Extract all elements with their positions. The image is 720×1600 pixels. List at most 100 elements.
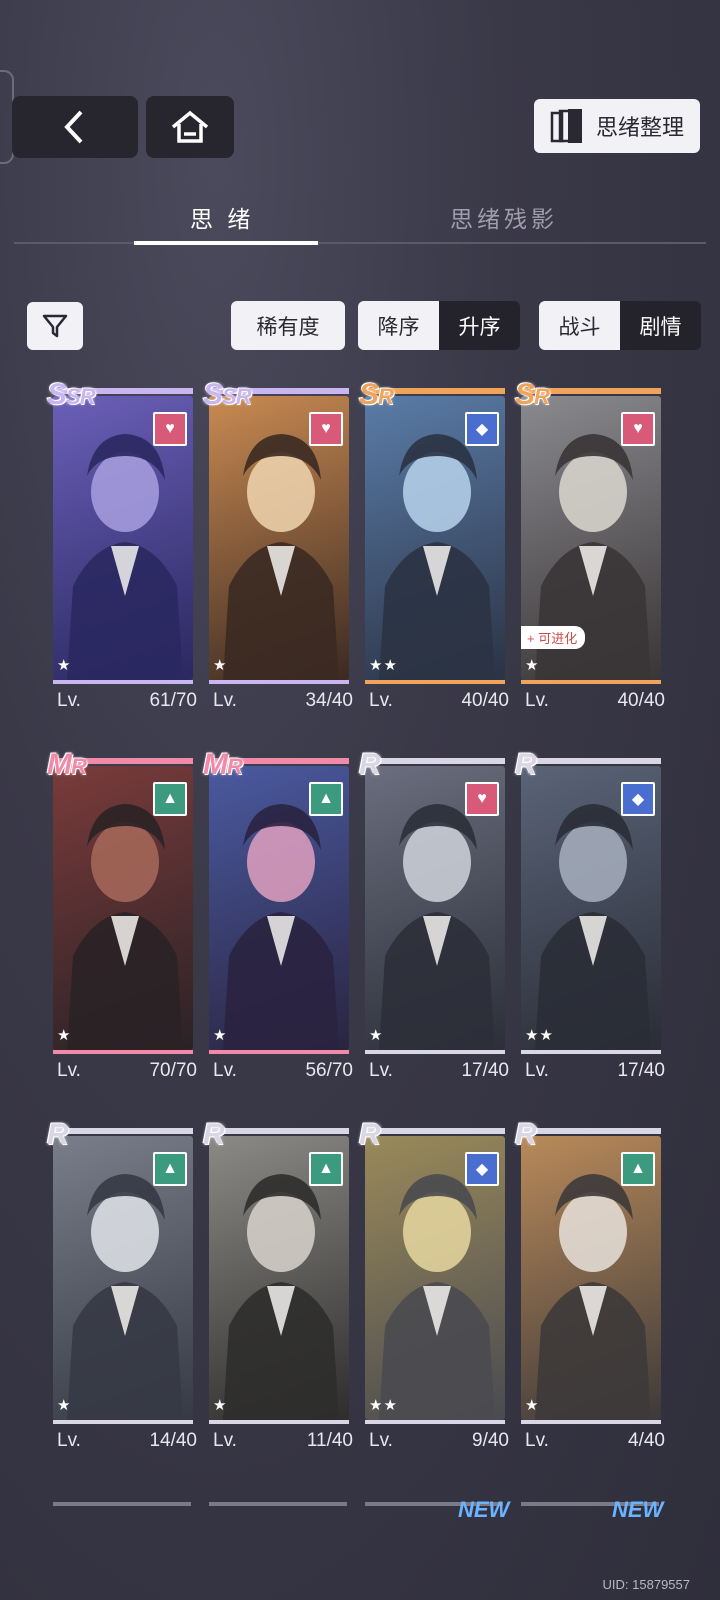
level-value: 4/40 (628, 1430, 665, 1451)
home-button[interactable] (146, 96, 234, 158)
level-label: Lv. (525, 1430, 549, 1451)
star-rating: ★ (369, 1027, 384, 1044)
level-label: Lv. (369, 1430, 393, 1451)
rarity-letter: S (203, 378, 223, 411)
rarity-label: SR (359, 378, 394, 412)
type-story-button[interactable]: 剧情 (620, 301, 701, 350)
card-bottom-bar (365, 680, 505, 684)
level-label: Lv. (213, 690, 237, 711)
uid-label: UID: 15879557 (602, 1577, 690, 1592)
rarity-label: SSR (47, 378, 96, 412)
star-rating: ★★ (369, 657, 398, 674)
level-value: 40/40 (617, 690, 665, 711)
rarity-letter: R (359, 748, 381, 781)
card-bottom-bar (53, 1050, 193, 1054)
level-label: Lv. (213, 1430, 237, 1451)
card-item[interactable]: R ♥ ★ Lv. 17/40 (359, 748, 509, 1098)
rarity-suffix: SR (222, 384, 252, 409)
card-rarity-bar (365, 758, 505, 764)
level-value: 14/40 (149, 1430, 197, 1451)
card-item[interactable]: SR ◆ ★★ Lv. 40/40 (359, 378, 509, 728)
level-label: Lv. (369, 1060, 393, 1081)
card-item[interactable]: MR ▲ ★ Lv. 56/70 (203, 748, 353, 1098)
card-rarity-bar (53, 1128, 193, 1134)
diamond-icon: ◆ (621, 782, 655, 816)
level-label: Lv. (57, 1430, 81, 1451)
rarity-letter: M (203, 748, 228, 781)
heart-icon: ♥ (153, 412, 187, 446)
heart-icon: ♥ (465, 782, 499, 816)
rarity-letter: M (47, 748, 72, 781)
rarity-letter: S (515, 378, 535, 411)
level-value: 61/70 (149, 690, 197, 711)
card-bottom-bar (209, 1050, 349, 1054)
card-item[interactable]: SSR ♥ ★ Lv. 61/70 (47, 378, 197, 728)
tab-thoughts[interactable]: 思 绪 (190, 200, 254, 234)
evolve-tag: + 可进化 (521, 626, 586, 649)
card-rarity-bar (521, 758, 661, 764)
funnel-icon (42, 314, 68, 338)
card-rarity-bar (209, 1128, 349, 1134)
rarity-suffix: R (227, 754, 243, 779)
order-asc-button[interactable]: 升序 (439, 301, 520, 350)
star-rating: ★ (213, 1027, 228, 1044)
filter-button[interactable] (27, 302, 83, 350)
rarity-suffix: R (71, 754, 87, 779)
star-rating: ★ (525, 1397, 540, 1414)
rarity-suffix: SR (66, 384, 96, 409)
card-item[interactable]: + 可进化 SR ♥ ★ Lv. 40/40 (515, 378, 665, 728)
sort-rarity-button[interactable]: 稀有度 (231, 301, 345, 350)
star-rating: ★ (57, 1027, 72, 1044)
type-battle-button[interactable]: 战斗 (539, 301, 620, 350)
level-label: Lv. (525, 1060, 549, 1081)
rarity-label: SSR (203, 378, 252, 412)
level-label: Lv. (57, 690, 81, 711)
tab-thought-shadows[interactable]: 思绪残影 (450, 200, 558, 234)
triangle-icon: ▲ (621, 1152, 655, 1186)
rarity-letter: S (47, 378, 67, 411)
type-toggle: 战斗 剧情 (539, 301, 701, 350)
organize-label: 思绪整理 (595, 115, 684, 140)
active-tab-indicator (134, 241, 318, 245)
order-desc-button[interactable]: 降序 (358, 301, 439, 350)
rarity-label: SR (515, 378, 550, 412)
card-bottom-bar (365, 1050, 505, 1054)
card-bottom-bar (209, 680, 349, 684)
star-rating: ★ (525, 657, 540, 674)
sort-rarity-label: 稀有度 (231, 301, 345, 350)
card-item[interactable]: MR ▲ ★ Lv. 70/70 (47, 748, 197, 1098)
card-bottom-bar (521, 1050, 661, 1054)
heart-icon: ♥ (621, 412, 655, 446)
level-value: 70/70 (149, 1060, 197, 1081)
star-rating: ★ (213, 657, 228, 674)
rarity-letter: R (359, 1118, 381, 1151)
rarity-label: R (515, 748, 537, 782)
card-item[interactable]: SSR ♥ ★ Lv. 34/40 (203, 378, 353, 728)
card-item[interactable]: R ▲ ★ Lv. 14/40 (47, 1118, 197, 1468)
rarity-suffix: R (534, 384, 550, 409)
star-rating: ★★ (369, 1397, 398, 1414)
card-item[interactable]: R ▲ ★ Lv. 4/40 (515, 1118, 665, 1468)
triangle-icon: ▲ (309, 782, 343, 816)
rarity-label: R (359, 748, 381, 782)
level-value: 40/40 (461, 690, 509, 711)
rarity-letter: S (359, 378, 379, 411)
rarity-label: MR (47, 748, 87, 782)
back-button[interactable] (12, 96, 138, 158)
rarity-label: R (359, 1118, 381, 1152)
diamond-icon: ◆ (465, 1152, 499, 1186)
card-item[interactable]: R ◆ ★★ Lv. 9/40 (359, 1118, 509, 1468)
chevron-left-icon (64, 110, 83, 144)
cards-stack-icon (550, 109, 582, 143)
organize-button[interactable]: 思绪整理 (534, 99, 700, 153)
rarity-letter: R (47, 1118, 69, 1151)
rarity-letter: R (515, 1118, 537, 1151)
partial-card-top (53, 1502, 191, 1524)
home-icon (171, 110, 209, 143)
rarity-suffix: R (378, 384, 394, 409)
card-item[interactable]: R ◆ ★★ Lv. 17/40 (515, 748, 665, 1098)
card-item[interactable]: R ▲ ★ Lv. 11/40 (203, 1118, 353, 1468)
card-rarity-bar (365, 1128, 505, 1134)
triangle-icon: ▲ (153, 782, 187, 816)
star-rating: ★ (57, 657, 72, 674)
